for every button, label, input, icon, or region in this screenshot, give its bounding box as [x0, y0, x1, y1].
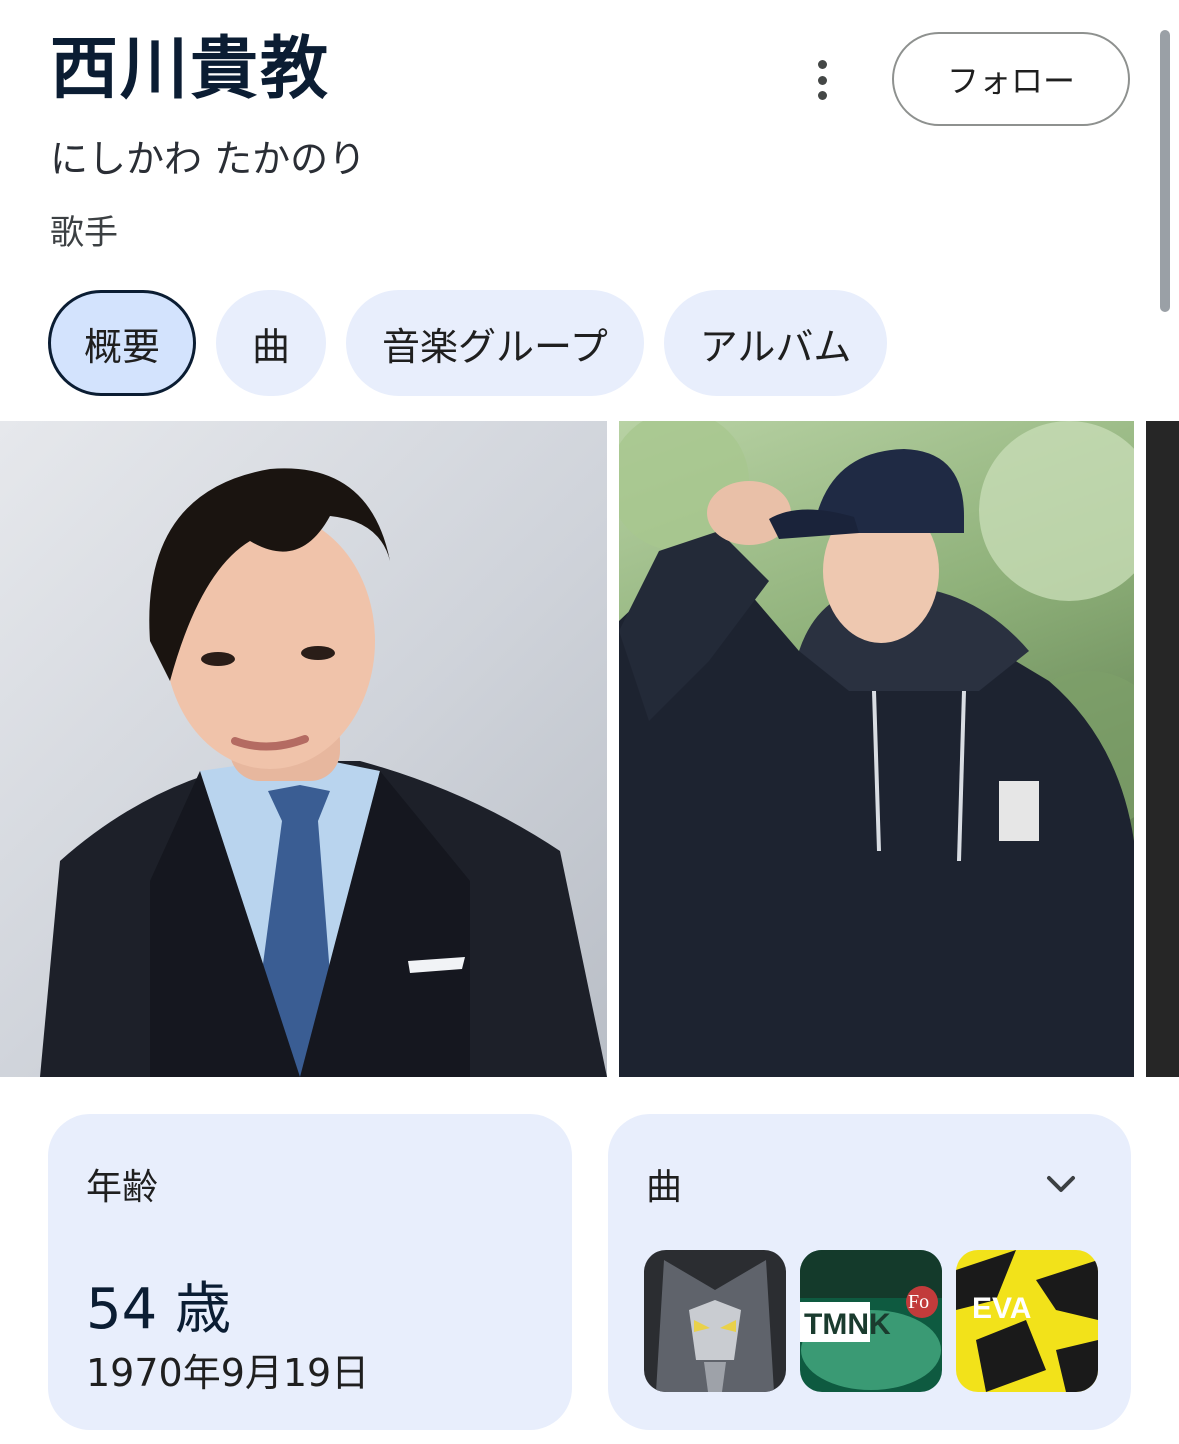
age-card[interactable]: 年齢 54 歳 1970年9月19日	[48, 1114, 572, 1430]
tab-label: 曲	[252, 324, 291, 369]
photo-casual-cap[interactable]	[619, 421, 1134, 1077]
thumbnail-text: Fo	[908, 1291, 929, 1313]
age-card-label: 年齢	[86, 1167, 159, 1208]
tab-label: 音楽グループ	[382, 324, 608, 369]
tab-label: アルバム	[699, 324, 852, 369]
occupation: 歌手	[50, 213, 118, 253]
follow-button[interactable]: フォロー	[892, 32, 1130, 126]
songs-card[interactable]: 曲 TMNK Fo EVA	[608, 1114, 1131, 1430]
photo-partial[interactable]	[1146, 421, 1179, 1077]
photo-portrait-suit[interactable]	[0, 421, 607, 1077]
tab-overview[interactable]: 概要	[48, 290, 197, 396]
song-thumbnails: TMNK Fo EVA	[644, 1250, 1098, 1392]
age-value: 54 歳	[86, 1277, 232, 1342]
tab-albums[interactable]: アルバム	[663, 290, 888, 396]
thumbnail-text: EVA	[972, 1292, 1031, 1325]
more-vert-icon[interactable]	[804, 56, 840, 104]
page-title: 西川貴教	[50, 30, 331, 109]
songs-card-label: 曲	[646, 1167, 683, 1208]
birth-date: 1970年9月19日	[86, 1351, 370, 1395]
song-thumbnail[interactable]: TMNK Fo	[800, 1250, 942, 1392]
tab-bar: 概要 曲 音楽グループ アルバム	[48, 290, 888, 396]
tab-songs[interactable]: 曲	[216, 290, 327, 396]
song-thumbnail[interactable]	[644, 1250, 786, 1392]
name-reading: にしかわ たかのり	[50, 137, 367, 181]
scrollbar[interactable]	[1160, 30, 1170, 312]
song-thumbnail[interactable]: EVA	[956, 1250, 1098, 1392]
tab-music-group[interactable]: 音楽グループ	[346, 290, 644, 396]
tab-label: 概要	[84, 324, 161, 369]
follow-button-label: フォロー	[946, 62, 1075, 100]
chevron-down-icon[interactable]	[1043, 1166, 1079, 1202]
thumbnail-text: TMNK	[804, 1308, 891, 1341]
